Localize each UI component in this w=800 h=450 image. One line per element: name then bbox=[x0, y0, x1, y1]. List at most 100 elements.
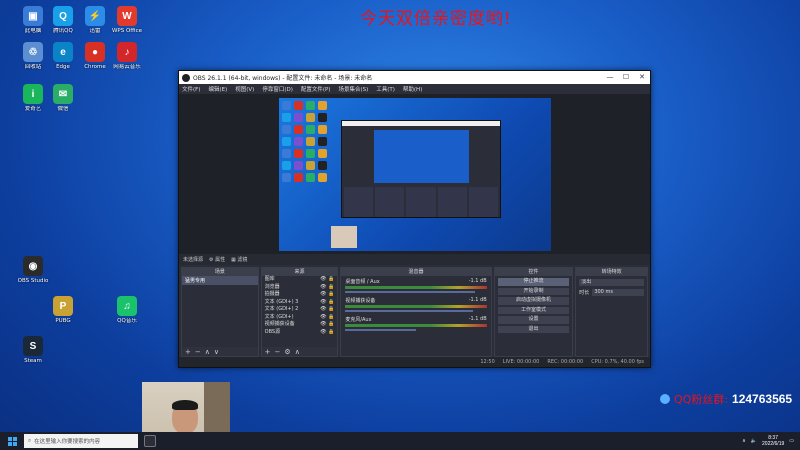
source-item[interactable]: 文本 (GDI+) 3 👁 🔒 bbox=[262, 299, 338, 307]
control-button[interactable]: 工作室模式 bbox=[497, 306, 570, 314]
visibility-lock-icon[interactable]: 👁 🔒 bbox=[320, 314, 334, 322]
preview-icon bbox=[282, 137, 291, 146]
start-button[interactable] bbox=[0, 432, 24, 450]
desktop-icon[interactable]: e Edge bbox=[46, 42, 80, 78]
desktop-icon[interactable]: Q 腾讯QQ bbox=[46, 6, 80, 42]
obs-menubar: 文件(F) 编辑(E) 视图(V) 停靠窗口(D) 配置文件(P) 场景集合(S) 工具(T… bbox=[179, 84, 650, 94]
mixer-dock: 混音器 桌面音频 / Aux -1.1 dB 视频捕获设备 -1.1 dB 麦克风/Au… bbox=[340, 267, 492, 357]
preview-icon bbox=[282, 113, 291, 122]
obs-taskbar-icon[interactable] bbox=[144, 435, 156, 447]
scene-item[interactable]: 猛男专用 bbox=[182, 276, 258, 285]
preview-icon bbox=[294, 149, 303, 158]
desktop-icon[interactable]: ◉ OBS Studio bbox=[16, 256, 50, 292]
desktop-icon-label: 爱奇艺 bbox=[24, 106, 42, 112]
properties-button[interactable]: ⚙ 属性 bbox=[209, 256, 225, 263]
menu-item[interactable]: 编辑(E) bbox=[208, 85, 227, 93]
desktop-icon[interactable]: ● Chrome bbox=[78, 42, 112, 78]
add-source-icon[interactable]: + bbox=[265, 348, 271, 356]
volume-slider[interactable] bbox=[345, 329, 416, 331]
sources-footer: + − ⚙ ∧ bbox=[261, 347, 338, 356]
add-scene-icon[interactable]: + bbox=[185, 348, 191, 356]
gear-icon[interactable]: ⚙ bbox=[284, 348, 290, 356]
volume-slider[interactable] bbox=[345, 310, 473, 312]
visibility-lock-icon[interactable]: 👁 🔒 bbox=[320, 276, 334, 284]
visibility-lock-icon[interactable]: 👁 🔒 bbox=[320, 306, 334, 314]
obs-window[interactable]: OBS 26.1.1 (64-bit, windows) - 配置文件: 未命名… bbox=[178, 70, 651, 368]
clock-date: 2022/6/19 bbox=[762, 441, 785, 447]
down-icon[interactable]: ∨ bbox=[214, 348, 219, 356]
desktop-icon[interactable]: ⚡ 迅雷 bbox=[78, 6, 112, 42]
control-button[interactable]: 设置 bbox=[497, 316, 570, 324]
remove-source-icon[interactable]: − bbox=[275, 348, 281, 356]
source-label: 视频捕获设备 bbox=[264, 321, 295, 327]
obs-titlebar[interactable]: OBS 26.1.1 (64-bit, windows) - 配置文件: 未命名… bbox=[179, 71, 650, 84]
menu-item[interactable]: 场景集合(S) bbox=[338, 85, 368, 93]
qq-group-banner: QQ粉丝群: 124763565 bbox=[660, 391, 792, 407]
source-item[interactable]: OBS源 👁 🔒 bbox=[262, 329, 338, 337]
scenes-dock: 场景 猛男专用 + − ∧ ∨ bbox=[181, 267, 259, 357]
source-item[interactable]: 图库 👁 🔒 bbox=[262, 276, 338, 284]
menu-item[interactable]: 帮助(H) bbox=[403, 85, 422, 93]
remove-scene-icon[interactable]: − bbox=[195, 348, 201, 356]
source-item[interactable]: 浏览器 👁 🔒 bbox=[262, 284, 338, 292]
visibility-lock-icon[interactable]: 👁 🔒 bbox=[320, 329, 334, 337]
visibility-lock-icon[interactable]: 👁 🔒 bbox=[320, 321, 334, 329]
source-item[interactable]: 文本 (GDI+) 2 👁 🔒 bbox=[262, 306, 338, 314]
visibility-lock-icon[interactable]: 👁 🔒 bbox=[320, 284, 334, 292]
chevron-up-icon[interactable]: ∧ bbox=[742, 438, 746, 444]
minimize-button[interactable]: — bbox=[602, 71, 618, 84]
transitions-title: 转场特效 bbox=[576, 268, 647, 276]
preview-icon bbox=[306, 125, 315, 134]
preview-icon bbox=[306, 101, 315, 110]
source-item[interactable]: 文本 (GDI+) 👁 🔒 bbox=[262, 314, 338, 322]
desktop-icon[interactable]: P PUBG bbox=[46, 296, 80, 332]
desktop-icon[interactable]: ♲ 回收站 bbox=[16, 42, 50, 78]
close-button[interactable]: ✕ bbox=[634, 71, 650, 84]
menu-item[interactable]: 停靠窗口(D) bbox=[262, 85, 293, 93]
mixer-channel: 桌面音频 / Aux -1.1 dB bbox=[341, 276, 490, 295]
desktop-icon[interactable]: ▣ 此电脑 bbox=[16, 6, 50, 42]
desktop-icon[interactable]: i 爱奇艺 bbox=[16, 84, 50, 120]
app-icon: ♪ bbox=[117, 42, 137, 62]
control-button[interactable]: 开始录制 bbox=[497, 287, 570, 295]
transition-select[interactable]: 淡出 bbox=[579, 279, 644, 286]
desktop-icon[interactable]: S Steam bbox=[16, 336, 50, 372]
menu-item[interactable]: 文件(F) bbox=[182, 85, 200, 93]
notification-icon[interactable]: ▭ bbox=[789, 438, 794, 444]
menu-item[interactable]: 配置文件(P) bbox=[301, 85, 331, 93]
control-button[interactable]: 启动虚拟摄像机 bbox=[497, 297, 570, 305]
app-icon: ● bbox=[85, 42, 105, 62]
desktop-icon[interactable]: W WPS Office bbox=[110, 6, 144, 42]
mixer-channel: 麦克风/Aux -1.1 dB bbox=[341, 314, 490, 333]
volume-slider[interactable] bbox=[345, 291, 476, 293]
visibility-lock-icon[interactable]: 👁 🔒 bbox=[320, 299, 334, 307]
channel-db: -1.1 dB bbox=[468, 278, 487, 284]
preview-area[interactable] bbox=[179, 94, 650, 254]
duration-input[interactable]: 300 ms bbox=[592, 289, 644, 296]
menu-item[interactable]: 工具(T) bbox=[376, 85, 395, 93]
control-button[interactable]: 退出 bbox=[497, 325, 570, 333]
clock[interactable]: 8:37 2022/6/19 bbox=[762, 435, 784, 447]
source-label: 浏览器 bbox=[264, 283, 280, 290]
preview-canvas bbox=[279, 98, 551, 251]
app-icon: Q bbox=[53, 6, 73, 26]
menu-item[interactable]: 视图(V) bbox=[235, 85, 254, 93]
filters-button[interactable]: ▦ 滤镜 bbox=[231, 256, 247, 263]
source-item[interactable]: 视频捕获设备 👁 🔒 bbox=[262, 321, 338, 329]
up-icon[interactable]: ∧ bbox=[295, 348, 300, 356]
volume-meter bbox=[345, 324, 487, 327]
nested-obs-window bbox=[341, 120, 501, 218]
control-button[interactable]: 停止推流 bbox=[497, 278, 570, 286]
volume-icon[interactable]: 🔈 bbox=[751, 438, 757, 444]
visibility-lock-icon[interactable]: 👁 🔒 bbox=[320, 291, 334, 299]
desktop-icon-label: 回收站 bbox=[24, 64, 42, 70]
desktop-icon[interactable]: ♫ QQ音乐 bbox=[110, 296, 144, 332]
taskbar-search[interactable]: ⌕ 在这里输入你要搜索的内容 bbox=[24, 434, 138, 448]
desktop-icon-label: 此电脑 bbox=[24, 28, 42, 34]
desktop-icon[interactable]: ✉ 微信 bbox=[46, 84, 80, 120]
up-icon[interactable]: ∧ bbox=[205, 348, 210, 356]
source-item[interactable]: 拍摄器 👁 🔒 bbox=[262, 291, 338, 299]
desktop-icon[interactable]: ♪ 网易云音乐 bbox=[110, 42, 144, 78]
preview-icon bbox=[306, 161, 315, 170]
maximize-button[interactable]: ☐ bbox=[618, 71, 634, 84]
